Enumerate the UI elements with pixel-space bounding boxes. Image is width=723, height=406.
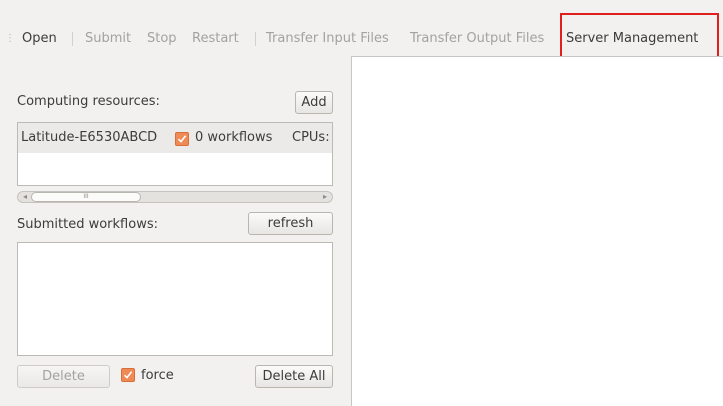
- restart-button[interactable]: Restart: [192, 29, 239, 49]
- submit-button[interactable]: Submit: [85, 29, 131, 49]
- cpus-label: CPUs:: [292, 130, 330, 145]
- toolbar-separator: [72, 32, 73, 46]
- force-label: force: [141, 368, 174, 383]
- horizontal-scrollbar[interactable]: ◂ III ▸: [17, 191, 333, 203]
- content-area: [351, 56, 723, 406]
- submitted-workflows-list[interactable]: [17, 242, 333, 356]
- transfer-input-files-button[interactable]: Transfer Input Files: [266, 29, 389, 49]
- toolbar-grip-icon[interactable]: ⋮: [5, 32, 15, 46]
- open-button[interactable]: Open: [22, 29, 57, 49]
- scrollbar-thumb[interactable]: III: [31, 192, 141, 202]
- resource-enabled-checkbox[interactable]: [175, 132, 189, 146]
- checkmark-icon: [177, 135, 187, 143]
- stop-button[interactable]: Stop: [147, 29, 177, 49]
- workflow-count: 0 workflows: [195, 130, 273, 145]
- force-checkbox[interactable]: [121, 368, 135, 382]
- table-row[interactable]: Latitude-E6530ABCD 0 workflows CPUs:: [18, 123, 332, 153]
- add-button[interactable]: Add: [295, 91, 333, 114]
- transfer-output-files-button[interactable]: Transfer Output Files: [410, 29, 544, 49]
- toolbar-separator: [255, 32, 256, 46]
- host-name: Latitude-E6530ABCD: [21, 130, 158, 145]
- checkmark-icon: [123, 371, 133, 379]
- refresh-button[interactable]: refresh: [248, 212, 333, 235]
- computing-resources-table: Latitude-E6530ABCD 0 workflows CPUs:: [17, 122, 333, 186]
- delete-all-button[interactable]: Delete All: [255, 365, 333, 388]
- delete-button[interactable]: Delete: [17, 365, 110, 388]
- computing-resources-label: Computing resources:: [17, 94, 160, 109]
- arrow-left-icon[interactable]: ◂: [20, 192, 30, 202]
- submitted-workflows-label: Submitted workflows:: [17, 217, 158, 232]
- arrow-right-icon[interactable]: ▸: [320, 192, 330, 202]
